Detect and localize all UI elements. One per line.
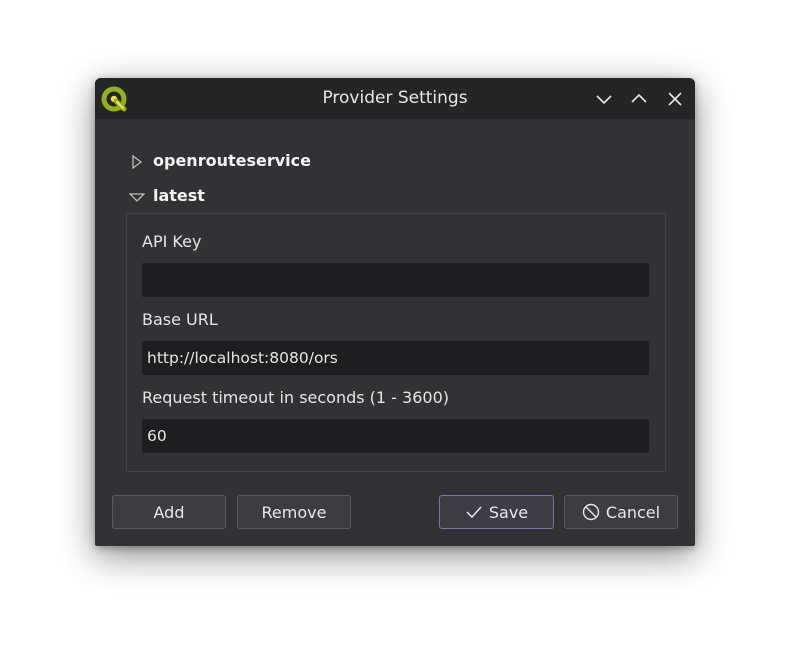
api-key-label: API Key	[142, 232, 202, 251]
cancel-button[interactable]: Cancel	[564, 495, 678, 529]
base-url-label: Base URL	[142, 310, 218, 329]
base-url-input[interactable]	[142, 341, 649, 375]
save-button-label: Save	[488, 502, 529, 522]
add-button[interactable]: Add	[112, 495, 226, 529]
tree-item-label: latest	[153, 186, 205, 205]
maximize-chevron-up-icon[interactable]	[629, 89, 649, 109]
collapsed-arrow-icon[interactable]	[129, 154, 145, 170]
title-bar[interactable]: Provider Settings	[95, 78, 695, 119]
provider-settings-dialog: Provider Settings openrouteservice lates…	[95, 78, 695, 546]
tree-item-openrouteservice[interactable]: openrouteservice	[129, 150, 311, 172]
expanded-arrow-icon[interactable]	[129, 189, 145, 205]
cancel-icon	[582, 503, 600, 521]
timeout-input[interactable]	[142, 419, 649, 453]
remove-button-label: Remove	[261, 502, 327, 522]
tree-item-latest[interactable]: latest	[129, 185, 205, 207]
save-button[interactable]: Save	[439, 495, 554, 529]
checkmark-icon	[465, 503, 483, 521]
close-icon[interactable]	[665, 89, 685, 109]
tree-item-label: openrouteservice	[153, 151, 311, 170]
cancel-button-label: Cancel	[605, 502, 661, 522]
remove-button[interactable]: Remove	[237, 495, 351, 529]
timeout-label: Request timeout in seconds (1 - 3600)	[142, 388, 449, 407]
provider-settings-group: API Key Base URL Request timeout in seco…	[126, 213, 666, 472]
api-key-input[interactable]	[142, 263, 649, 297]
minimize-chevron-down-icon[interactable]	[594, 89, 614, 109]
add-button-label: Add	[153, 502, 185, 522]
